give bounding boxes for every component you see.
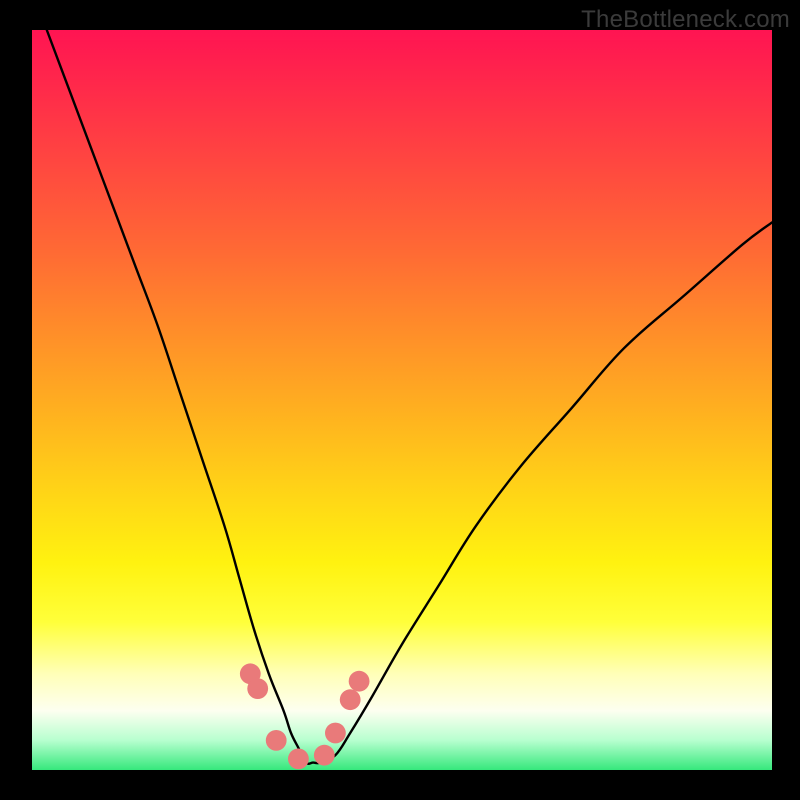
chart-frame: TheBottleneck.com xyxy=(0,0,800,800)
marker-dot xyxy=(325,723,346,744)
marker-dots-group xyxy=(240,663,370,769)
marker-dot xyxy=(349,671,370,692)
marker-dot xyxy=(288,749,309,770)
marker-dot xyxy=(340,689,361,710)
marker-dot xyxy=(247,678,268,699)
marker-dot xyxy=(266,730,287,751)
plot-area xyxy=(32,30,772,770)
chart-svg xyxy=(32,30,772,770)
bottleneck-curve xyxy=(47,30,772,764)
marker-dot xyxy=(314,745,335,766)
